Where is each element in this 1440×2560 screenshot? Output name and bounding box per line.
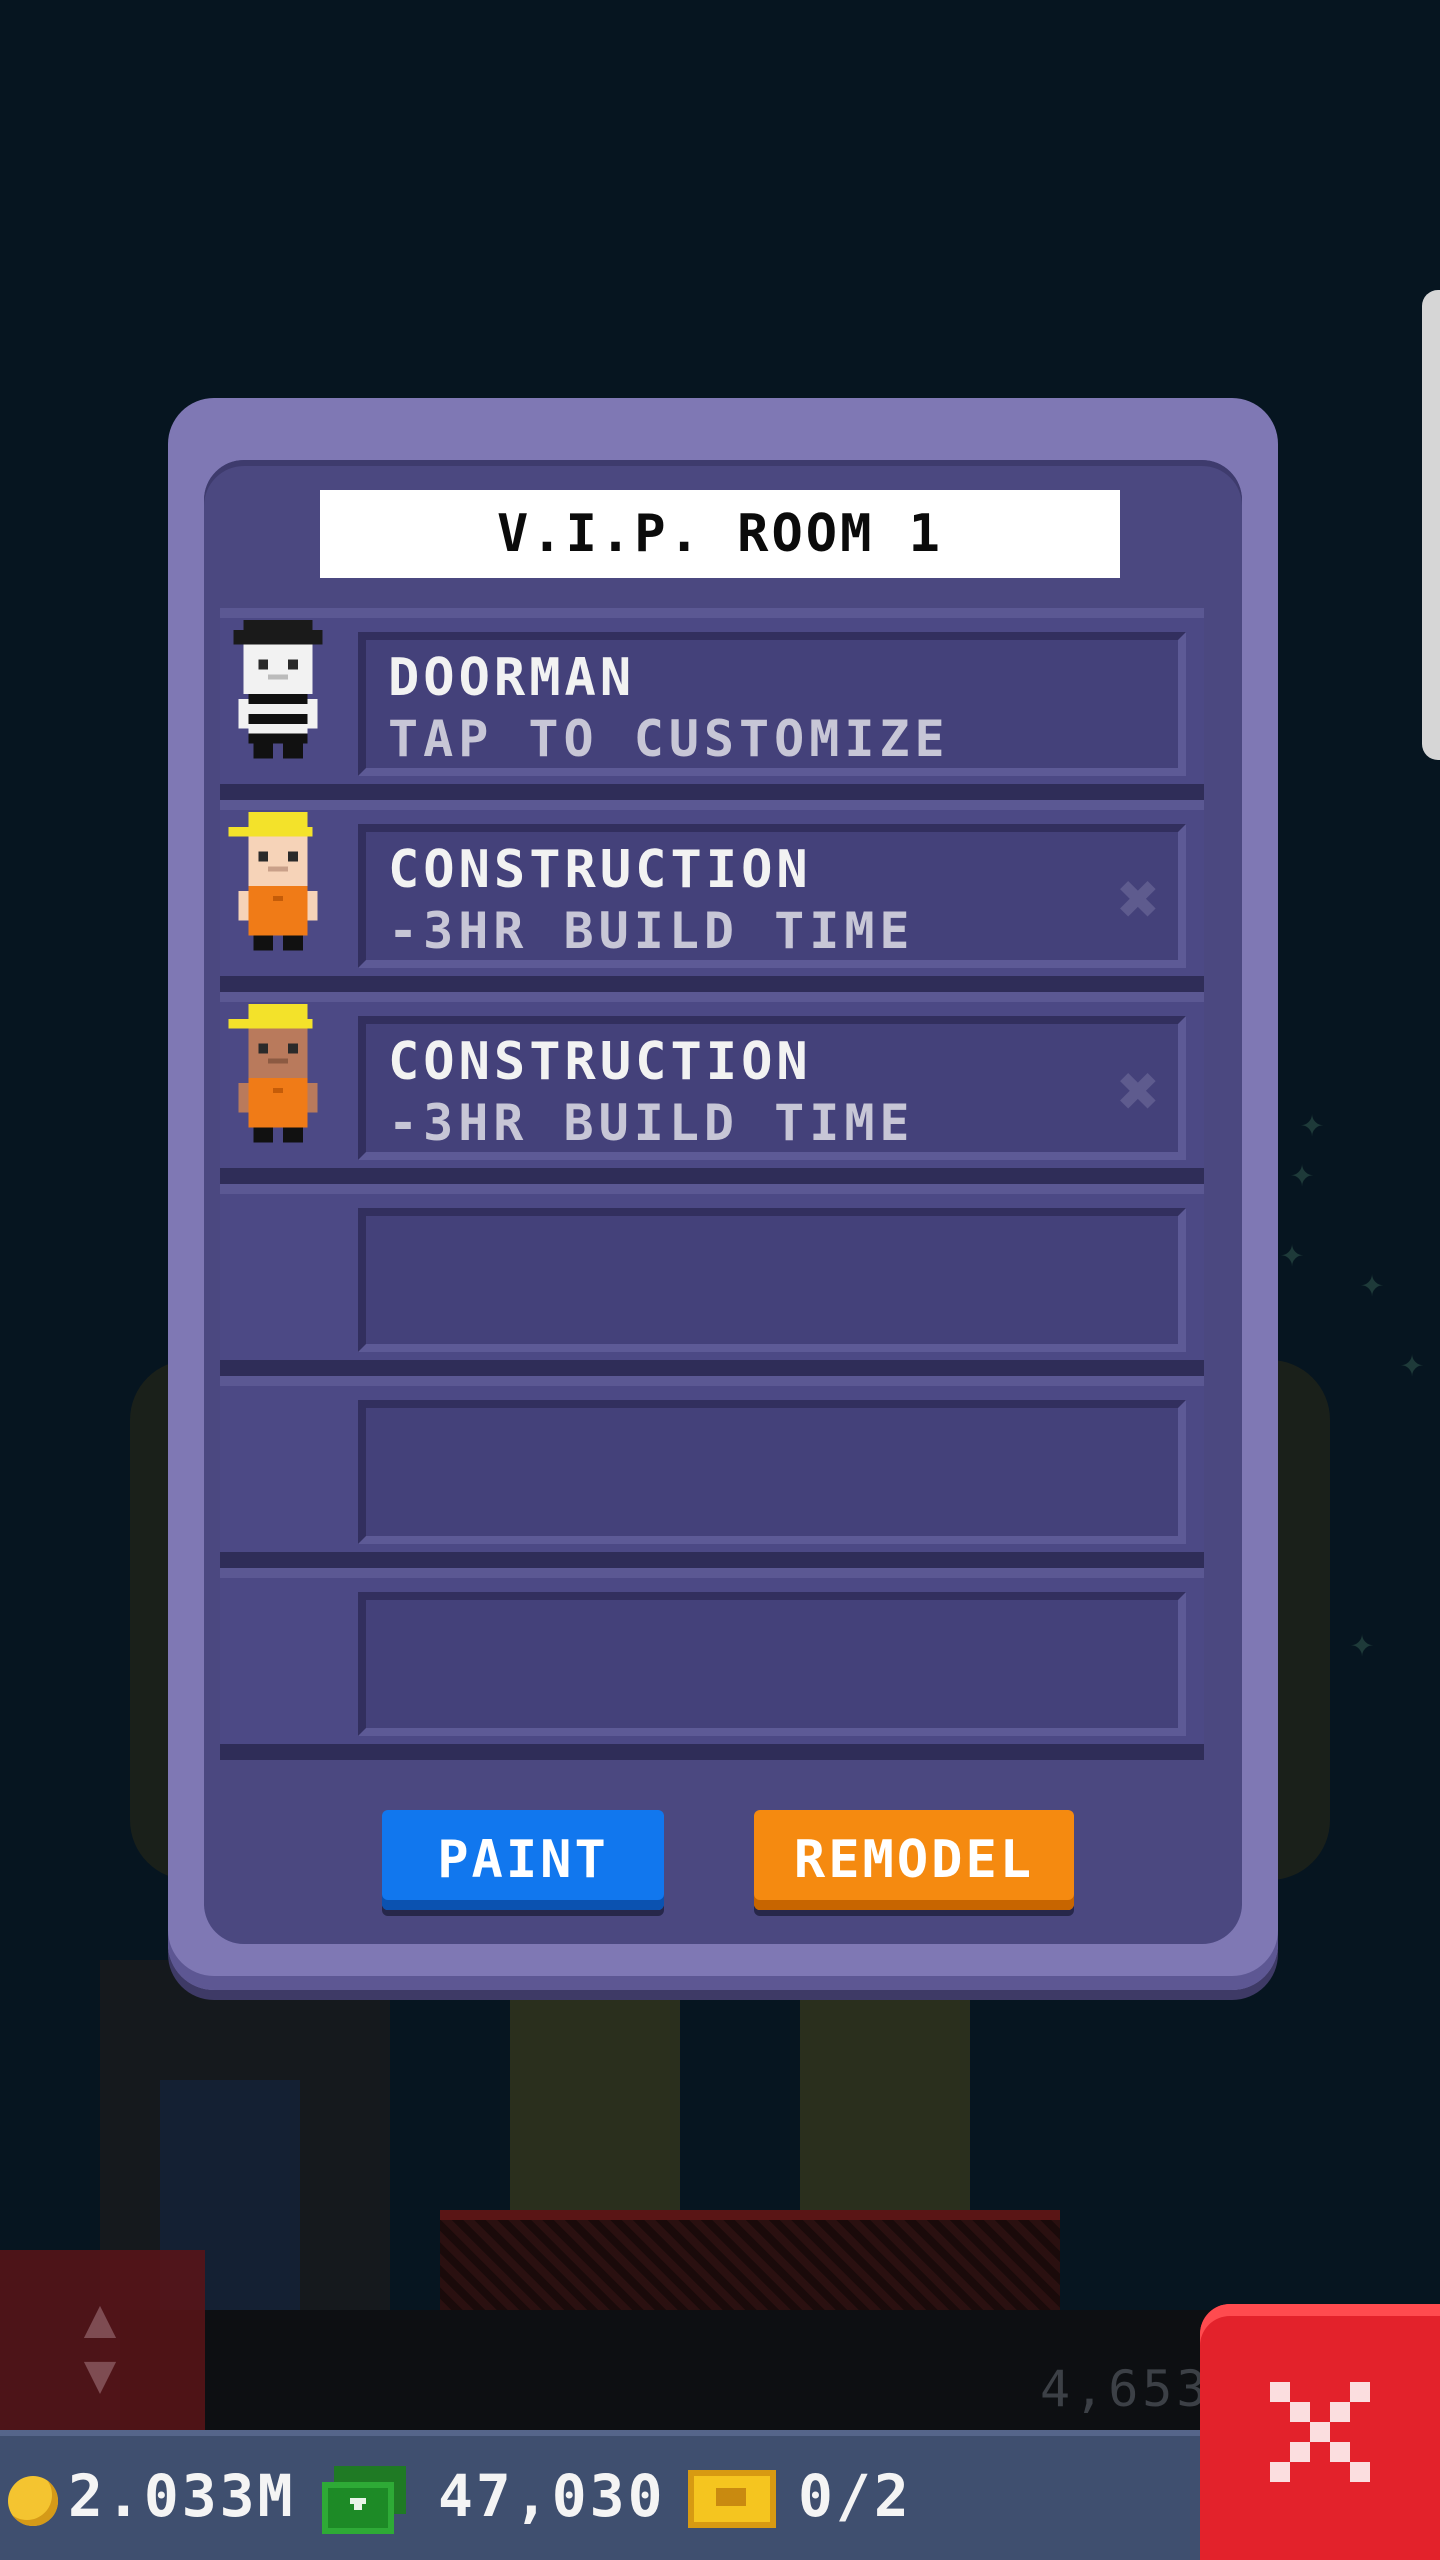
dialog-title: V.I.P. ROOM 1	[320, 490, 1120, 578]
remove-icon[interactable]: ✖	[1118, 864, 1160, 934]
slot-card[interactable]: CONSTRUCTION -3HR BUILD TIME ✖	[358, 824, 1186, 968]
slot-subtitle: -3HR BUILD TIME	[388, 1094, 915, 1152]
slot-subtitle: TAP TO CUSTOMIZE	[388, 710, 950, 768]
room-slot-empty[interactable]	[220, 1568, 1204, 1760]
star-icon: ✦	[1360, 1260, 1385, 1306]
side-scroll-handle[interactable]	[1422, 290, 1440, 760]
bux-value: 47,030	[438, 2462, 666, 2530]
elevator-arrows-icon: ▲ ▼	[83, 2286, 117, 2405]
star-icon: ✦	[1280, 1230, 1305, 1276]
slot-card-empty[interactable]	[358, 1592, 1186, 1736]
background-counter: 4,653	[1040, 2360, 1211, 2418]
slot-card-empty[interactable]	[358, 1208, 1186, 1352]
room-slot[interactable]: CONSTRUCTION -3HR BUILD TIME ✖	[220, 800, 1204, 992]
slot-card[interactable]: CONSTRUCTION -3HR BUILD TIME ✖	[358, 1016, 1186, 1160]
room-slot-empty[interactable]	[220, 1376, 1204, 1568]
star-icon: ✦	[1400, 1340, 1425, 1386]
close-icon	[1270, 2382, 1370, 2482]
tickets-value: 0/2	[798, 2462, 912, 2530]
room-slot-list: DOORMAN TAP TO CUSTOMIZE CONSTRUCTION -3…	[220, 608, 1204, 1760]
doorman-icon	[233, 620, 323, 759]
star-icon: ✦	[1290, 1150, 1315, 1196]
slot-title: DOORMAN	[388, 648, 636, 708]
room-slot[interactable]: DOORMAN TAP TO CUSTOMIZE	[220, 608, 1204, 800]
construction-worker-icon	[228, 1004, 318, 1143]
slot-subtitle: -3HR BUILD TIME	[388, 902, 915, 960]
coin-icon	[8, 2476, 58, 2526]
room-slot[interactable]: CONSTRUCTION -3HR BUILD TIME ✖	[220, 992, 1204, 1184]
remove-icon[interactable]: ✖	[1118, 1056, 1160, 1126]
ticket-icon	[688, 2470, 776, 2528]
construction-worker-icon	[228, 812, 318, 951]
remodel-button[interactable]: REMODEL	[754, 1810, 1074, 1910]
close-button[interactable]	[1200, 2304, 1440, 2560]
background-fence	[440, 2210, 1060, 2310]
slot-title: CONSTRUCTION	[388, 840, 812, 900]
slot-title: CONSTRUCTION	[388, 1032, 812, 1092]
room-slot-empty[interactable]	[220, 1184, 1204, 1376]
paint-button[interactable]: PAINT	[382, 1810, 664, 1910]
star-icon: ✦	[1300, 1100, 1325, 1146]
coins-value: 2.033M	[68, 2462, 296, 2530]
slot-card-empty[interactable]	[358, 1400, 1186, 1544]
star-icon: ✦	[1350, 1620, 1375, 1666]
vip-room-dialog: V.I.P. ROOM 1 DOORMAN TAP TO CUSTOMIZE C…	[168, 398, 1278, 1990]
cash-icon	[322, 2466, 406, 2534]
slot-card[interactable]: DOORMAN TAP TO CUSTOMIZE	[358, 632, 1186, 776]
